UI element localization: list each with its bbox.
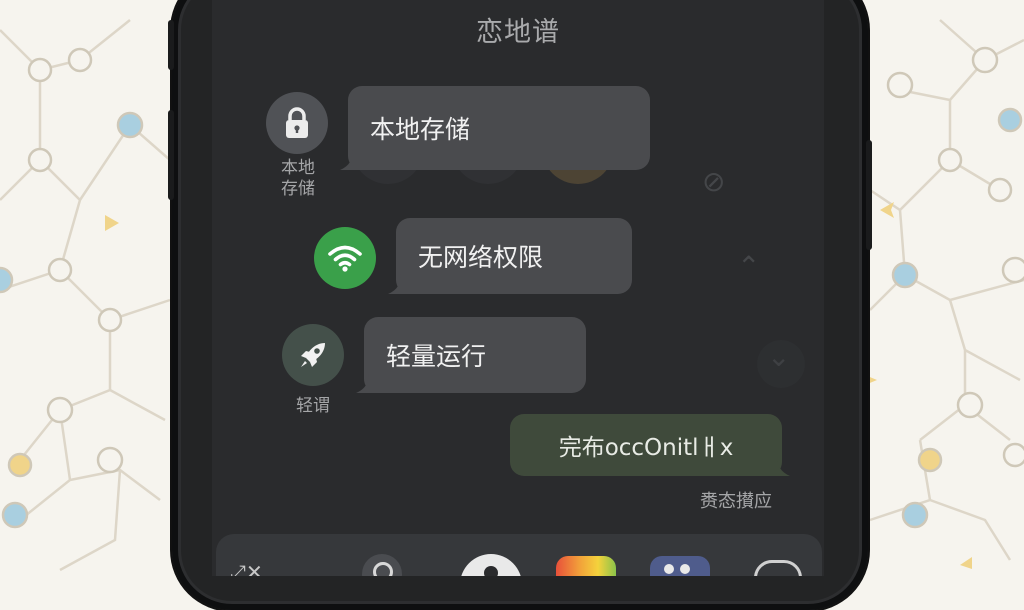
bubble-tail — [356, 373, 380, 393]
message-bubble[interactable]: 无网络权限 — [388, 218, 632, 294]
bubble-tail — [340, 150, 364, 170]
rocket-caption: 轻谓 — [296, 396, 330, 416]
rocket-avatar — [282, 324, 344, 386]
volume-button — [168, 110, 174, 200]
message-bubble[interactable]: 本地存储 — [340, 86, 650, 170]
wifi-icon — [328, 245, 362, 272]
apps-icon[interactable] — [650, 556, 710, 576]
message-text: 本地存储 — [370, 115, 471, 144]
outgoing-message-text: 完布occOnitlㅐx — [558, 435, 734, 461]
faded-circle — [757, 340, 805, 388]
message-status: 赉态攅应 — [700, 491, 772, 512]
bubble-tail — [766, 456, 790, 476]
bubble-tail — [388, 274, 412, 294]
message-bubble[interactable]: 轻量运行 — [356, 317, 586, 393]
game-icon[interactable] — [754, 560, 802, 576]
message-text: 无网络权限 — [418, 243, 544, 272]
photos-icon[interactable] — [556, 556, 616, 576]
app-dock: ⤢✕ — [216, 534, 822, 576]
lock-icon — [286, 107, 308, 138]
phone-screen: 恋地谱 ⊘ ⌃ ⌄ 本地 存储 本地存储 无网络权限 轻谓 轻量运行 完布occ… — [212, 0, 824, 576]
home-icon[interactable] — [460, 554, 522, 576]
power-button — [866, 140, 872, 250]
message-text: 轻量运行 — [386, 342, 487, 371]
lock-avatar — [266, 92, 328, 154]
faded-block-icon: ⊘ — [702, 165, 726, 198]
page-title: 恋地谱 — [476, 17, 560, 48]
outgoing-message-bubble[interactable]: 完布occOnitlㅐx — [510, 414, 790, 476]
share-icon[interactable]: ⤢✕ — [230, 560, 263, 576]
search-icon[interactable] — [362, 554, 402, 576]
volume-button — [168, 20, 174, 70]
faded-arrow-icon: ⌃ — [737, 250, 761, 283]
lock-caption: 本地 存储 — [281, 158, 315, 199]
wifi-avatar — [314, 227, 376, 289]
rocket-icon — [301, 343, 325, 367]
